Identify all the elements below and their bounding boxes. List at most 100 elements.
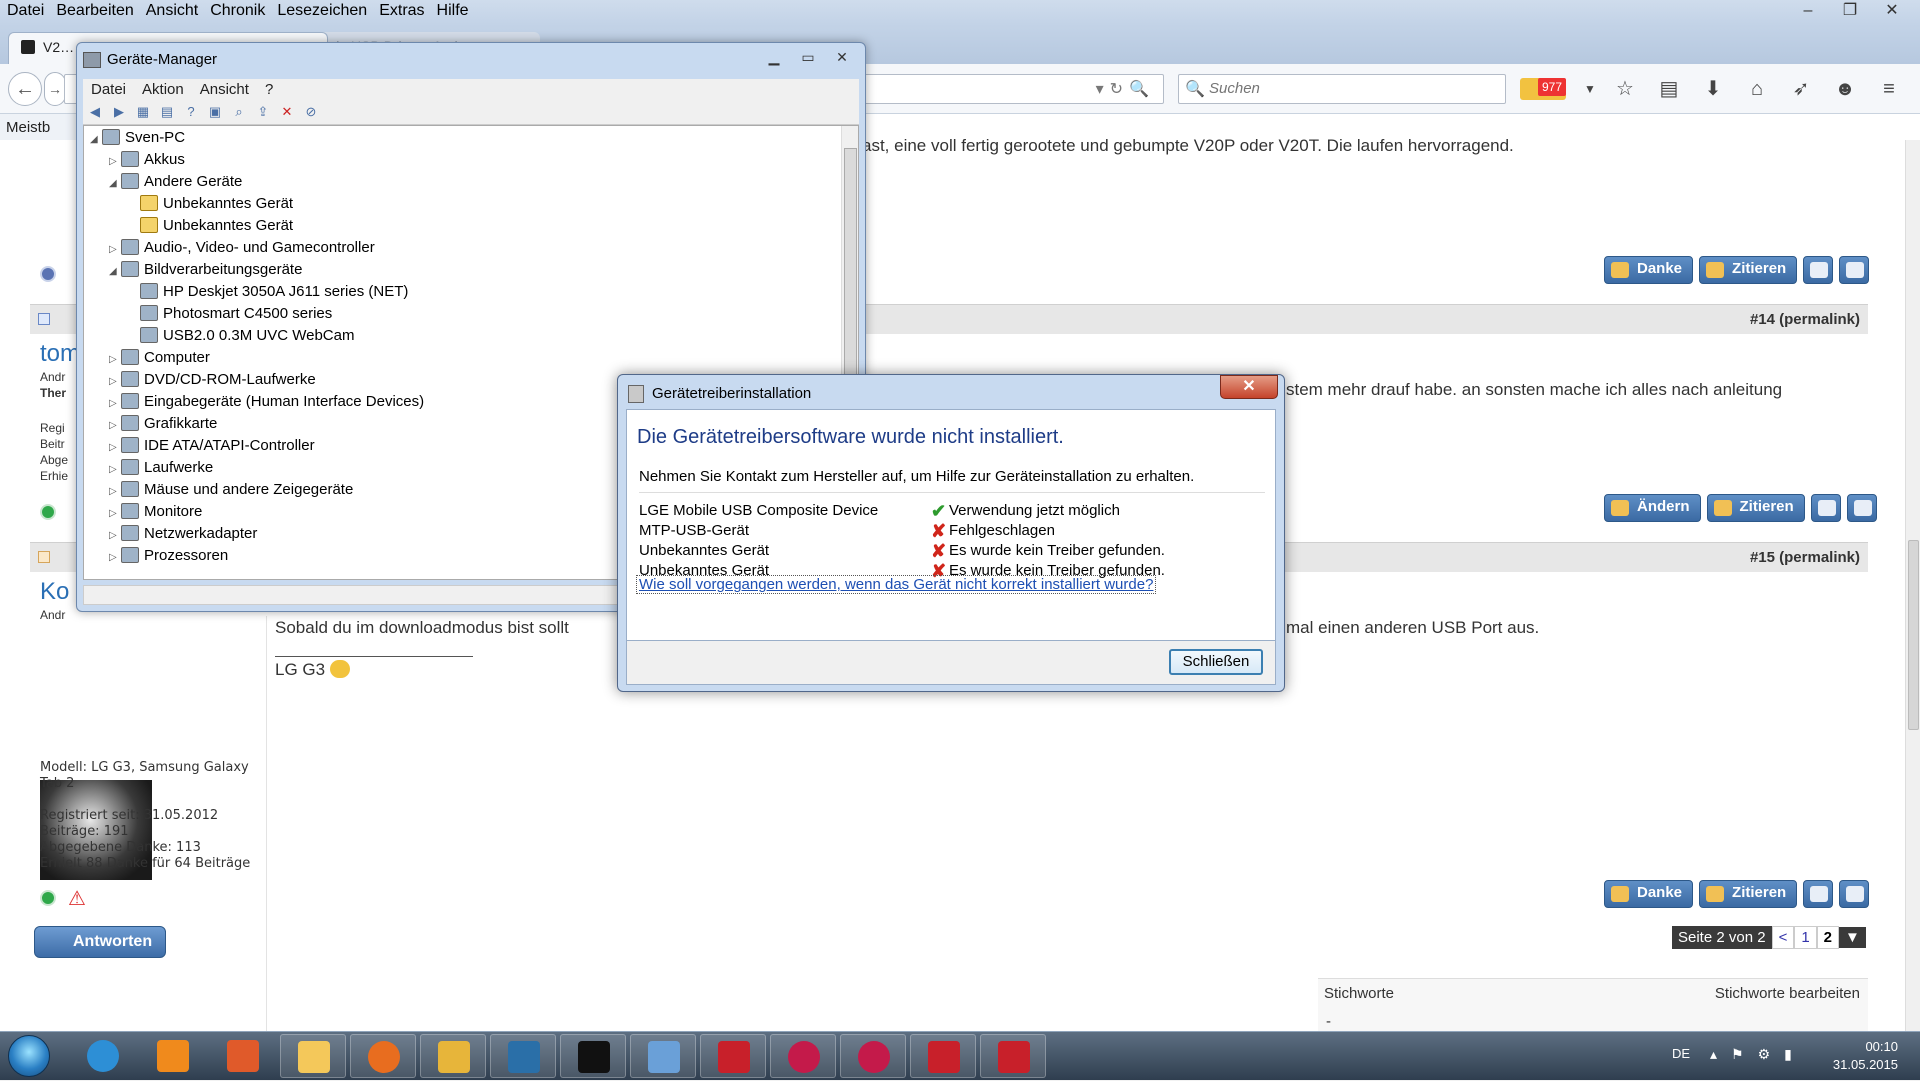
help-link[interactable]: Wie soll vorgegangen werden, wenn das Ge… — [635, 575, 1157, 594]
multiquote-icon[interactable] — [1803, 256, 1834, 284]
close-button[interactable]: ✕ — [827, 47, 857, 67]
tree-node[interactable]: ▷ Grafikkarte — [109, 415, 217, 437]
multiquote-icon[interactable] — [1803, 880, 1834, 908]
expand-arrow-icon[interactable]: ▷ — [109, 244, 121, 255]
tree-node[interactable]: Unbekanntes Gerät — [128, 195, 293, 217]
taskbar-app-button[interactable] — [210, 1034, 276, 1078]
danke-button[interactable]: Danke — [1604, 880, 1694, 908]
menu-ansicht[interactable]: Ansicht — [140, 0, 204, 20]
menu-hilfe[interactable]: Hilfe — [431, 0, 475, 20]
tree-node[interactable]: ◢ Sven-PC — [90, 129, 185, 151]
tree-node[interactable]: ◢ Andere Geräte — [109, 173, 242, 195]
post-15-username[interactable]: Ko — [40, 578, 69, 606]
forward-button[interactable]: → — [44, 72, 66, 106]
send-icon[interactable]: ➶ — [1788, 76, 1814, 102]
post-15-permalink[interactable]: #15 (permalink) — [1750, 549, 1860, 566]
back-button[interactable]: ← — [8, 72, 42, 106]
menu-extras[interactable]: Extras — [373, 0, 430, 20]
tags-edit-link[interactable]: Stichworte bearbeiten — [1715, 985, 1860, 1002]
taskbar-app-button[interactable] — [350, 1034, 416, 1078]
tree-node[interactable]: ▷ Monitore — [109, 503, 202, 525]
tree-node[interactable]: ▷ IDE ATA/ATAPI-Controller — [109, 437, 315, 459]
taskbar-app-button[interactable] — [910, 1034, 976, 1078]
collapse-arrow-icon[interactable]: ◢ — [109, 178, 121, 189]
taskbar-app-button[interactable] — [770, 1034, 836, 1078]
minimize-button[interactable]: – — [1790, 0, 1826, 22]
maximize-button[interactable]: ▭ — [793, 47, 823, 67]
tree-node[interactable]: ▷ Audio-, Video- und Gamecontroller — [109, 239, 375, 261]
tree-node[interactable]: Photosmart C4500 series — [128, 305, 332, 327]
tree-node[interactable]: USB2.0 0.3M UVC WebCam — [128, 327, 354, 349]
dropdown-icon[interactable]: ▼ — [1584, 76, 1596, 102]
bookmarks-toolbar[interactable]: Meistb — [0, 114, 80, 140]
collapse-arrow-icon[interactable]: ◢ — [90, 134, 102, 145]
collapse-arrow-icon[interactable]: ◢ — [109, 266, 121, 277]
taskbar-app-button[interactable] — [840, 1034, 906, 1078]
taskbar-app-button[interactable] — [560, 1034, 626, 1078]
clipboard-icon[interactable]: ▤ — [1656, 76, 1682, 102]
scan-hardware-icon[interactable]: ⌕ — [231, 104, 247, 120]
view-icon[interactable]: ▣ — [207, 104, 223, 120]
update-driver-icon[interactable]: ⇪ — [255, 104, 271, 120]
edit-icon[interactable] — [1846, 494, 1877, 522]
expand-arrow-icon[interactable]: ▷ — [109, 530, 121, 541]
tree-node[interactable]: ▷ Netzwerkadapter — [109, 525, 257, 547]
taskbar-app-button[interactable] — [490, 1034, 556, 1078]
taskbar-app-button[interactable] — [420, 1034, 486, 1078]
expand-arrow-icon[interactable]: ▷ — [109, 464, 121, 475]
tree-node[interactable]: ▷ Laufwerke — [109, 459, 213, 481]
page-1-link[interactable]: 1 — [1794, 926, 1817, 949]
expand-arrow-icon[interactable]: ▷ — [109, 420, 121, 431]
taskbar-app-button[interactable] — [630, 1034, 696, 1078]
menu-chronik[interactable]: Chronik — [204, 0, 271, 20]
reload-search-icon[interactable]: ▾↻🔍 — [1096, 79, 1155, 99]
aendern-button[interactable]: Ändern — [1604, 494, 1701, 522]
back-arrow-icon[interactable]: ◀ — [87, 104, 103, 120]
post-14-username[interactable]: tom — [40, 340, 80, 368]
forward-arrow-icon[interactable]: ▶ — [111, 104, 127, 120]
tree-node[interactable]: ▷ Mäuse und andere Zeigegeräte — [109, 481, 353, 503]
reply-button[interactable]: Antworten — [34, 926, 166, 958]
taskbar-app-button[interactable] — [280, 1034, 346, 1078]
expand-arrow-icon[interactable]: ▷ — [109, 376, 121, 387]
mail-notifier-icon[interactable]: 977 — [1520, 78, 1566, 100]
start-button[interactable] — [8, 1035, 50, 1077]
chat-icon[interactable]: ☻ — [1832, 76, 1858, 102]
menu-datei[interactable]: Datei — [0, 0, 50, 20]
expand-arrow-icon[interactable]: ▷ — [109, 354, 121, 365]
dm-menu-datei[interactable]: Datei — [83, 79, 134, 98]
prev-page-button[interactable]: < — [1771, 926, 1795, 949]
expand-arrow-icon[interactable]: ▷ — [109, 508, 121, 519]
minimize-button[interactable]: ▁ — [759, 47, 789, 67]
zitieren-button[interactable]: Zitieren — [1699, 256, 1798, 284]
dm-menu-help[interactable]: ? — [257, 79, 281, 98]
taskbar-app-button[interactable] — [140, 1034, 206, 1078]
language-indicator[interactable]: DE — [1672, 1046, 1690, 1061]
zitieren-button[interactable]: Zitieren — [1699, 880, 1798, 908]
schliessen-button[interactable]: Schließen — [1169, 649, 1263, 675]
tree-node[interactable]: ▷ Prozessoren — [109, 547, 228, 569]
search-bar[interactable]: 🔍 — [1178, 74, 1506, 104]
page-menu-icon[interactable]: ▼ — [1839, 927, 1866, 948]
taskbar-app-button[interactable] — [700, 1034, 766, 1078]
tray-icons[interactable]: ▴⚑⚙▮ — [1710, 1046, 1806, 1063]
download-icon[interactable]: ⬇ — [1700, 76, 1726, 102]
expand-arrow-icon[interactable]: ▷ — [109, 398, 121, 409]
tree-node[interactable]: ▷ Akkus — [109, 151, 185, 173]
star-icon[interactable]: ☆ — [1612, 76, 1638, 102]
tree-node[interactable]: ▷ Eingabegeräte (Human Interface Devices) — [109, 393, 424, 415]
menu-icon[interactable]: ≡ — [1876, 76, 1902, 102]
clock[interactable]: 00:10 31.05.2015 — [1833, 1038, 1898, 1074]
tree-node[interactable]: HP Deskjet 3050A J611 series (NET) — [128, 283, 408, 305]
tree-node[interactable]: Unbekanntes Gerät — [128, 217, 293, 239]
tree-node[interactable]: ▷ DVD/CD-ROM-Laufwerke — [109, 371, 316, 393]
post-14-permalink[interactable]: #14 (permalink) — [1750, 311, 1860, 328]
expand-arrow-icon[interactable]: ▷ — [109, 156, 121, 167]
expand-arrow-icon[interactable]: ▷ — [109, 486, 121, 497]
multiquote-icon[interactable] — [1810, 494, 1841, 522]
zitieren-button[interactable]: Zitieren — [1706, 494, 1805, 522]
show-hide-icon[interactable]: ▤ — [159, 104, 175, 120]
disable-icon[interactable]: ⊘ — [303, 104, 319, 120]
edit-icon[interactable] — [1839, 256, 1870, 284]
danke-button[interactable]: Danke — [1604, 256, 1694, 284]
